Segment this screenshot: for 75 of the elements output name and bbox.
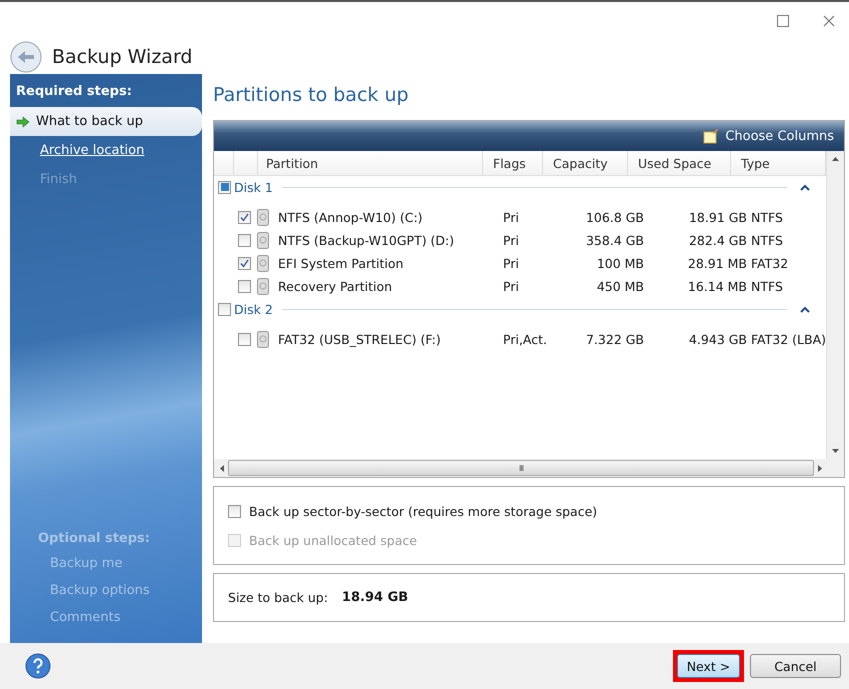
note-pencil-icon [703,128,720,144]
disk-label: Disk 1 [234,180,273,194]
close-icon[interactable] [823,15,835,27]
scroll-grip: III [518,464,524,472]
sidebar-step: Backup me [10,556,202,583]
scroll-down-icon[interactable] [832,449,839,453]
drive-icon [257,232,270,249]
cancel-button[interactable]: Cancel [750,654,841,678]
drive-icon [257,278,270,295]
table-cell-text: Pri [503,256,520,271]
option-label: Back up unallocated space [249,532,417,548]
table-cell-text: 100 MB [596,256,646,271]
vertical-scrollbar[interactable] [826,151,844,459]
table-cell-text: 4.943 GB [688,332,748,347]
sidebar-step: Comments [10,610,202,637]
table-cell-text: 7.322 GB [584,332,646,347]
size-label: Size to back up: [228,590,328,605]
table-cell-text: NTFS [751,279,784,294]
checkbox[interactable] [218,302,232,316]
drive-icon [257,209,270,226]
table-cell: FAT32 (LBA) [751,332,826,347]
checkbox[interactable] [238,257,252,270]
sidebar-heading: Required steps: [15,83,133,101]
table-cell-text: NTFS [751,210,784,225]
table-cell-text: NTFS (Backup-W10GPT) (D:) [278,233,456,248]
table-cell-text: 18.91 GB [688,210,748,225]
column-header[interactable]: Partition [258,151,484,175]
help-icon[interactable] [25,653,51,679]
size-value: 18.94 GB [342,590,408,605]
column-header[interactable]: Capacity [543,151,628,175]
checkbox[interactable] [238,333,252,346]
table-cell-text: Pri [503,210,520,225]
checkbox[interactable] [238,234,252,247]
table-cell-text: NTFS (Annop-W10) (C:) [278,210,424,225]
scroll-up-icon[interactable] [832,157,839,161]
table-cell-text: 358.4 GB [584,233,646,248]
table-cell-text: Pri [503,279,520,294]
sidebar-step: Finish [10,165,202,194]
table-cell-text: FAT32 [751,256,790,271]
option-label: Back up sector-by-sector (requires more storage space) [249,504,598,518]
table-cell-text: Pri [503,233,520,248]
next-button[interactable]: Next > [677,654,740,678]
arrow-icon [16,116,30,128]
checkbox[interactable] [238,211,252,224]
collapse-icon[interactable] [800,306,810,312]
sidebar-step[interactable]: Archive location [10,136,202,165]
checkbox[interactable] [228,504,242,518]
table-cell-text: NTFS [751,233,784,248]
sidebar-step[interactable]: What to back up [10,107,202,136]
checkbox[interactable] [238,280,252,293]
table-cell-text: Pri,Act. [503,332,548,347]
scroll-right-icon[interactable] [818,464,822,472]
choose-columns-button[interactable]: Choose Columns [699,126,838,146]
sidebar-step: Backup options [10,583,202,610]
column-header[interactable]: Flags [483,151,544,175]
drive-icon [257,255,270,272]
horizontal-scrollbar[interactable]: III [214,459,844,477]
scroll-left-icon[interactable] [220,464,224,472]
sidebar-heading: Optional steps: [37,531,151,548]
table-cell-text: Recovery Partition [278,279,394,294]
checkbox[interactable] [218,180,232,194]
column-header[interactable]: Used Space [628,151,732,175]
window-title: Backup Wizard [52,46,192,68]
table-cell-text: 106.8 GB [584,210,646,225]
maximize-icon[interactable] [777,15,789,27]
drive-icon [257,331,270,348]
table-cell-text: EFI System Partition [278,256,404,271]
page-title: Partitions to back up [213,83,410,108]
table-cell-text: 450 MB [596,279,646,294]
table-cell-text: 16.14 MB [686,279,748,294]
table-cell-text: 28.91 MB [686,256,748,271]
collapse-icon[interactable] [800,184,810,190]
table-cell-text: 282.4 GB [688,233,748,248]
disk-label: Disk 2 [234,302,273,316]
table-cell-text: FAT32 (USB_STRELEC) (F:) [278,332,442,347]
